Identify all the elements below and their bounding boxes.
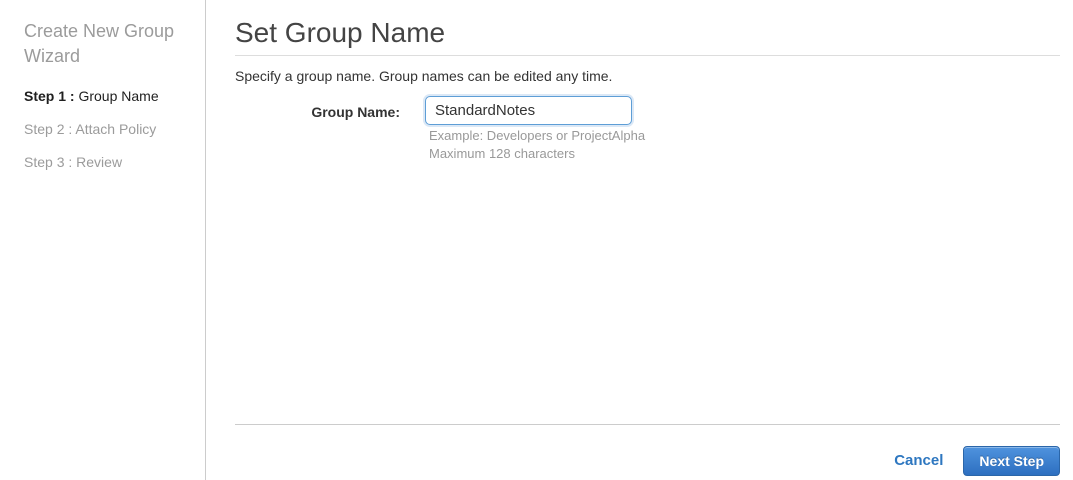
group-name-input[interactable] <box>425 96 632 125</box>
footer-actions: Cancel Next Step <box>894 445 1060 476</box>
next-step-button[interactable]: Next Step <box>963 445 1060 476</box>
step-label: Attach Policy <box>75 121 157 137</box>
group-name-label: Group Name: <box>311 104 400 120</box>
wizard-title: Create New Group Wizard <box>24 21 175 66</box>
wizard-step-attach-policy[interactable]: Step 2 : Attach Policy <box>24 121 156 137</box>
title-divider <box>235 55 1060 56</box>
page-description: Specify a group name. Group names can be… <box>235 68 613 84</box>
step-label: Review <box>76 154 123 170</box>
step-number: Step 2 : <box>24 121 76 137</box>
wizard-step-group-name[interactable]: Step 1 : Group Name <box>24 88 159 104</box>
step-label: Group Name <box>78 88 159 104</box>
page-title: Set Group Name <box>235 17 446 48</box>
cancel-button[interactable]: Cancel <box>894 452 943 469</box>
create-group-wizard-page: Create New Group Wizard Step 1 : Group N… <box>0 0 1073 480</box>
step-number: Step 1 : <box>24 88 79 104</box>
group-name-max-hint: Maximum 128 characters <box>429 146 575 161</box>
sidebar-divider <box>205 0 206 480</box>
wizard-step-review[interactable]: Step 3 : Review <box>24 154 122 170</box>
group-name-example-hint: Example: Developers or ProjectAlpha <box>429 128 646 143</box>
footer-divider <box>235 424 1060 425</box>
step-number: Step 3 : <box>24 154 77 170</box>
